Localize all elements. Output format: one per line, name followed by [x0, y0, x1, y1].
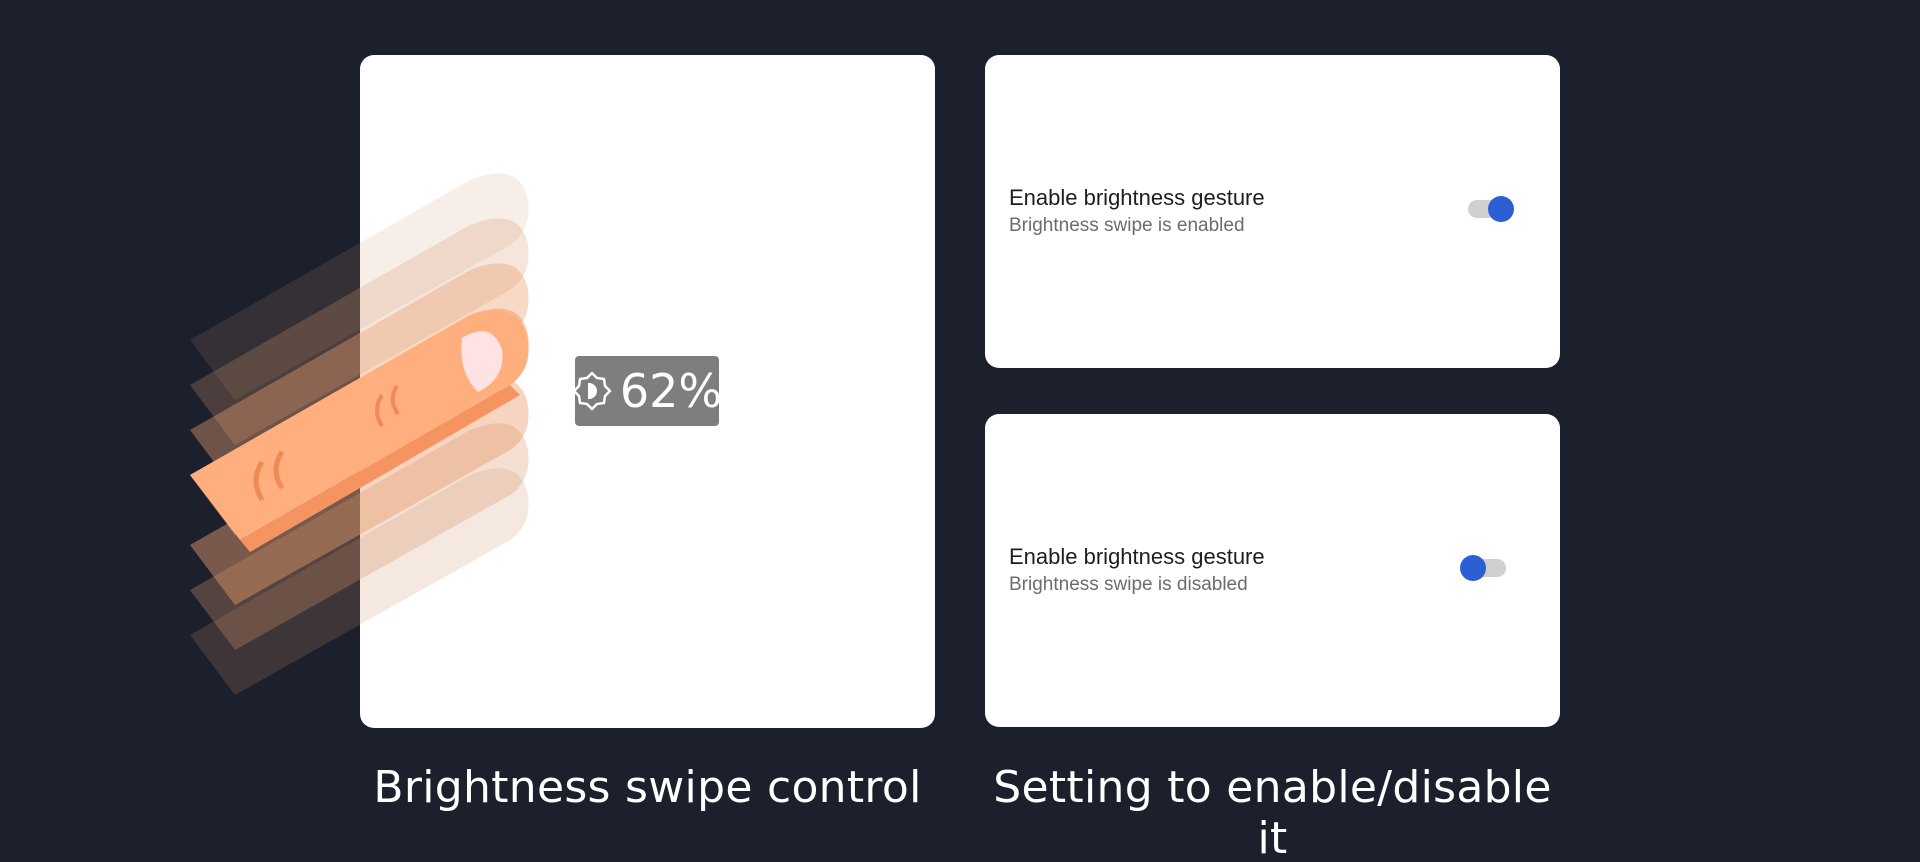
settings-card-enabled: Enable brightness gesture Brightness swi…: [985, 55, 1560, 368]
settings-card-disabled: Enable brightness gesture Brightness swi…: [985, 414, 1560, 727]
toggle-thumb: [1488, 196, 1514, 222]
setting-subtitle: Brightness swipe is disabled: [1009, 574, 1248, 595]
brightness-icon: [572, 371, 612, 411]
caption-setting-toggle: Setting to enable/disable it: [993, 762, 1552, 862]
setting-row[interactable]: Enable brightness gesture Brightness swi…: [1009, 544, 1536, 604]
setting-row[interactable]: Enable brightness gesture Brightness swi…: [1009, 185, 1536, 245]
brightness-gesture-toggle-off[interactable]: [1460, 555, 1506, 581]
setting-title: Enable brightness gesture: [1009, 185, 1265, 210]
setting-title: Enable brightness gesture: [1009, 544, 1265, 569]
brightness-value: 62%: [619, 364, 723, 418]
stage: 62% Enable brightness gesture Brightness…: [0, 0, 1920, 862]
swipe-gesture-illustration: [190, 173, 529, 695]
caption-brightness-swipe: Brightness swipe control: [373, 762, 922, 813]
brightness-indicator: 62%: [572, 356, 723, 426]
brightness-gesture-toggle-on[interactable]: [1468, 196, 1514, 222]
setting-subtitle: Brightness swipe is enabled: [1009, 215, 1245, 236]
brightness-demo-card[interactable]: 62%: [360, 55, 935, 728]
toggle-thumb: [1460, 555, 1486, 581]
